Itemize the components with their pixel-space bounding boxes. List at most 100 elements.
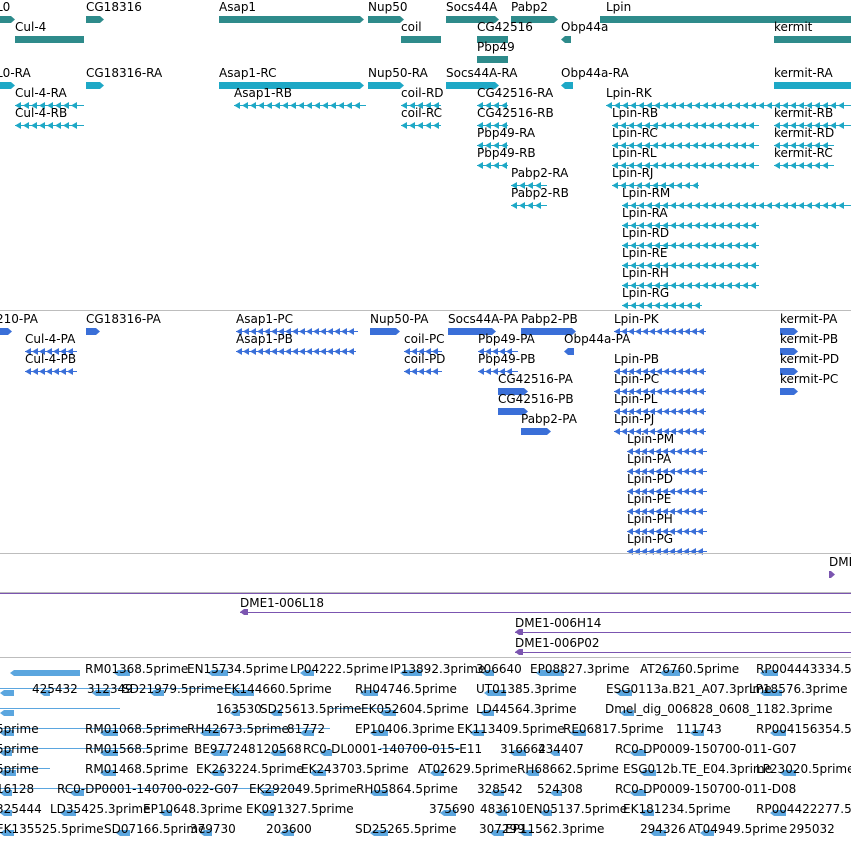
protein-glyph[interactable] — [370, 327, 406, 336]
gene-glyph[interactable] — [86, 15, 110, 24]
est-label-ep10406-3prime: EP10406.3prime — [355, 722, 455, 736]
est-label-rp004156354-5: RP004156354.5 — [756, 722, 851, 736]
transcripts-label-nup50-ra: Nup50-RA — [368, 66, 428, 80]
transcript-glyph[interactable] — [511, 201, 553, 210]
est-label-81772: 81772 — [287, 722, 326, 736]
est-label-re06817-5prime: RE06817.5prime — [563, 722, 664, 736]
transcripts-label-cg42516-rb: CG42516-RB — [477, 106, 554, 120]
est-label-lp23020-5prime: LP23020.5prime — [756, 762, 851, 776]
transcripts-label-cg18316-ra: CG18316-RA — [86, 66, 163, 80]
proteins-label-lpin-pc: Lpin-PC — [614, 372, 660, 386]
proteins-label-pabp2-pa: Pabp2-PA — [521, 412, 577, 426]
transcript-glyph[interactable] — [774, 161, 840, 170]
est-label-120568: 120568 — [256, 742, 302, 756]
gene-glyph[interactable] — [774, 35, 851, 44]
clone-line[interactable] — [515, 652, 851, 653]
gene-glyph[interactable] — [477, 55, 514, 64]
protein-glyph[interactable] — [627, 547, 713, 556]
transcript-glyph[interactable] — [401, 121, 447, 130]
clone-line[interactable] — [515, 632, 851, 633]
est-label-425432: 425432 — [32, 682, 78, 696]
gene-glyph[interactable] — [561, 35, 577, 44]
transcripts-label-lpin-re: Lpin-RE — [622, 246, 668, 260]
transcript-glyph[interactable] — [561, 81, 579, 90]
proteins-label-pbp49-pb: Pbp49-PB — [478, 352, 536, 366]
gene-glyph[interactable] — [600, 15, 851, 24]
protein-glyph[interactable] — [564, 347, 580, 356]
genes-label-socs44a: Socs44A — [446, 0, 498, 14]
est-label-rp004422277-5: RP004422277.5 — [756, 802, 851, 816]
transcripts-label-kermit-rc: kermit-RC — [774, 146, 833, 160]
est-label-sd21979-5prime: SD21979.5prime — [122, 682, 224, 696]
est-label-ep08827-3prime: EP08827.3prime — [530, 662, 630, 676]
proteins-label-coil-pc: coil-PC — [404, 332, 445, 346]
dme-glyph[interactable] — [829, 570, 841, 579]
est-label-ek144660-5prime: EK144660.5prime — [224, 682, 332, 696]
est-label-esg0113a-b21-a07-3prime: ESG0113a.B21_A07.3prime — [606, 682, 772, 696]
proteins-label-lpin-pe: Lpin-PE — [627, 492, 672, 506]
protein-glyph[interactable] — [236, 347, 362, 356]
clone-line[interactable] — [0, 593, 851, 594]
transcript-glyph[interactable] — [86, 81, 110, 90]
gene-glyph[interactable] — [15, 35, 90, 44]
protein-glyph[interactable] — [0, 327, 18, 336]
genes-label-asap1: Asap1 — [219, 0, 257, 14]
proteins-label-cul-4-pa: Cul-4-PA — [25, 332, 76, 346]
est-glyph[interactable] — [0, 689, 20, 697]
genes-label-cg42516: CG42516 — [477, 20, 533, 34]
protein-glyph[interactable] — [86, 327, 106, 336]
est-label-esg012b-te-e04-3prime: ESG012b.TE_E04.3prime — [623, 762, 773, 776]
proteins-label-pbp49-pa: Pbp49-PA — [478, 332, 535, 346]
est-label-16128: 16128 — [0, 782, 35, 796]
est-label-rc0-dl0001-140700-015-e11: RC0-DL0001-140700-015-E11 — [303, 742, 483, 756]
est-label-rm01468-5prime: RM01468.5prime — [85, 762, 189, 776]
est-label-rh04746-5prime: RH04746.5prime — [355, 682, 457, 696]
protein-glyph[interactable] — [521, 427, 557, 436]
transcripts-label-kermit-rd: kermit-RD — [774, 126, 835, 140]
genome-browser-panel: L0 CG18316 Asap1 Nup50 Socs44A Pabp2 Lpin Cul-4… — [0, 0, 851, 842]
separator-transcripts-proteins — [0, 310, 851, 311]
clone-line[interactable] — [240, 612, 851, 613]
genes-label-pbp49: Pbp49 — [477, 40, 515, 54]
est-label-rp004443334-5: RP004443334.5 — [756, 662, 851, 676]
est-label-sd25265-5prime: SD25265.5prime — [355, 822, 457, 836]
est-label-sd25613-5prime: SD25613.5prime — [260, 702, 362, 716]
gene-glyph[interactable] — [219, 15, 370, 24]
est-label-294326: 294326 — [640, 822, 686, 836]
proteins-label-kermit-pc: kermit-PC — [780, 372, 839, 386]
protein-glyph[interactable] — [25, 367, 83, 376]
transcripts-label-cul-4-ra: Cul-4-RA — [15, 86, 67, 100]
transcript-glyph[interactable] — [15, 121, 90, 130]
est-glyph[interactable] — [0, 709, 20, 717]
est-label-ep11562-3prime: EP11562.3prime — [505, 822, 605, 836]
transcripts-label-pabp2-rb: Pabp2-RB — [511, 186, 569, 200]
proteins-label-lpin-pg: Lpin-PG — [627, 532, 674, 546]
gene-glyph[interactable] — [401, 35, 447, 44]
est-label-375690: 375690 — [429, 802, 475, 816]
protein-glyph[interactable] — [404, 367, 448, 376]
transcripts-label-cg42516-ra: CG42516-RA — [477, 86, 554, 100]
est-label-5prime: 5prime — [0, 742, 39, 756]
est-label-524308: 524308 — [537, 782, 583, 796]
transcripts-label-lpin-rj: Lpin-RJ — [612, 166, 654, 180]
transcript-glyph[interactable] — [234, 101, 372, 110]
est-label-ek135525-5prime: EK135525.5prime — [0, 822, 104, 836]
proteins-label-lpin-pj: Lpin-PJ — [614, 412, 655, 426]
transcripts-label-lpin-ra: Lpin-RA — [622, 206, 668, 220]
transcripts-label-socs44a-ra: Socs44A-RA — [446, 66, 518, 80]
protein-glyph[interactable] — [780, 387, 804, 396]
transcripts-label-coil-rd: coil-RD — [401, 86, 444, 100]
est-label-483610: 483610 — [480, 802, 526, 816]
est-glyph[interactable] — [10, 669, 86, 677]
transcript-glyph[interactable] — [477, 161, 514, 170]
transcript-glyph[interactable] — [774, 81, 851, 90]
transcripts-label-lpin-rl: Lpin-RL — [612, 146, 657, 160]
est-label-rh68662-5prime: RH68662.5prime — [517, 762, 619, 776]
transcript-glyph[interactable] — [622, 301, 708, 310]
proteins-label-cul-4-pb: Cul-4-PB — [25, 352, 77, 366]
est-label-203600: 203600 — [266, 822, 312, 836]
est-label-434407: 434407 — [538, 742, 584, 756]
est-label-at26760-5prime: AT26760.5prime — [640, 662, 740, 676]
est-label-ek263224-5prime: EK263224.5prime — [196, 762, 304, 776]
transcripts-label-lpin-rg: Lpin-RG — [622, 286, 670, 300]
